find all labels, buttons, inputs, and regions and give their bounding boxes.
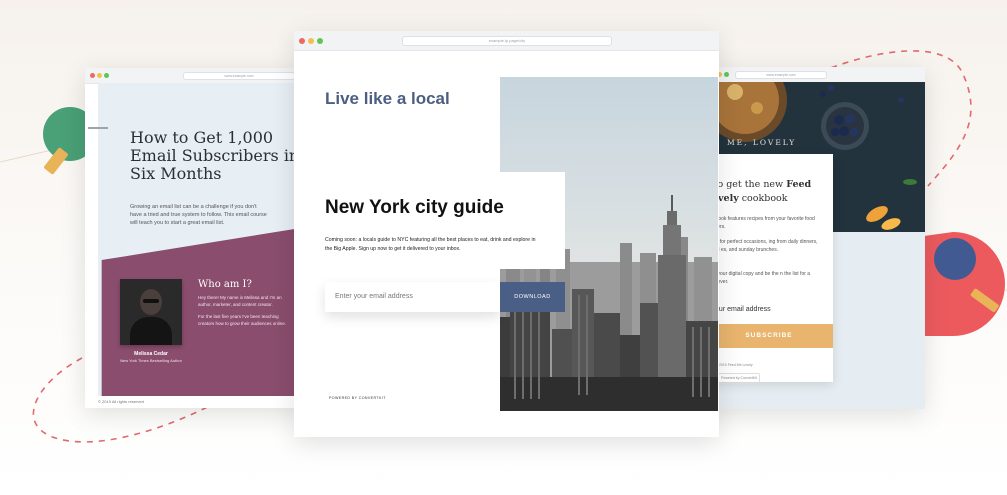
minimize-dot-icon[interactable] (308, 38, 314, 44)
navy-circle-decor (934, 238, 976, 280)
powered-by-badge[interactable]: Powered by ConvertKit (718, 373, 760, 384)
city-guide-landing-page-window: example.lp.page/city Live like a local N… (294, 31, 719, 437)
city-guide-card: New York city guide Coming soon: a local… (312, 172, 565, 269)
powered-by-text[interactable]: POWERED BY CONVERTKIT (329, 396, 386, 400)
guide-description: Coming soon: a locals guide to NYC featu… (325, 237, 536, 252)
maximize-dot-icon[interactable] (724, 72, 729, 77)
maximize-dot-icon[interactable] (317, 38, 323, 44)
close-dot-icon[interactable] (90, 73, 95, 78)
minimize-dot-icon[interactable] (97, 73, 102, 78)
page-footer: © 2019 All rights reserved (85, 396, 303, 408)
cookbook-paragraph-3: o get your digital copy and be the n the… (705, 271, 811, 285)
left-accent-tick (88, 127, 108, 129)
navy-circle-shape (934, 238, 976, 280)
cookbook-landing-page-window: www.example.com ME, LOVELY e to get the … (705, 67, 925, 409)
page-title: How to Get 1,000 Email Subscribers in Si… (130, 128, 300, 183)
browser-title-bar: www.example.com (85, 68, 303, 84)
who-am-i-text: Hey there! My name is Melissa and I'm an… (198, 295, 282, 307)
email-input[interactable]: Enter your email address (325, 282, 500, 312)
url-bar[interactable]: www.example.com (735, 71, 827, 79)
author-subtitle: New York Times Bestselling Author (120, 358, 182, 363)
author-photo (120, 279, 182, 345)
page-description: Growing an email list can be a challenge… (130, 204, 267, 226)
email-field[interactable]: Your email address (711, 306, 771, 313)
page-headline: Live like a local (325, 89, 450, 108)
author-name: Melissa Cedar (134, 351, 168, 357)
maximize-dot-icon[interactable] (104, 73, 109, 78)
url-bar[interactable]: example.lp.page/city (402, 36, 612, 46)
guide-title: New York city guide (325, 197, 504, 218)
url-bar[interactable]: www.example.com (183, 72, 295, 80)
download-button[interactable]: DOWNLOAD (500, 282, 565, 312)
subscribe-button[interactable]: SUBSCRIBE (705, 324, 833, 348)
cookbook-signup-card: e to get the new FeedLovely cookbook coo… (705, 154, 833, 384)
browser-title-bar: www.example.com (705, 67, 925, 83)
brand-name: ME, LOVELY (727, 138, 797, 147)
email-course-landing-page-window: www.example.com How to Get 1,000 Email S… (85, 68, 303, 408)
email-course-page-content: How to Get 1,000 Email Subscribers in Si… (98, 83, 303, 396)
close-dot-icon[interactable] (299, 38, 305, 44)
cookbook-paragraph-1: cookbook features recipes from your favo… (705, 216, 815, 230)
footer-copyright: © 2019 All rights reserved (98, 399, 144, 404)
cookbook-headline: e to get the new Feed Lovely cookbook (705, 179, 812, 204)
browser-title-bar: example.lp.page/city (294, 31, 719, 51)
cookbook-paragraph-2: meals for perfect occasions, ing from da… (705, 239, 818, 253)
accent-tick-shape (88, 127, 108, 129)
who-am-i-text-2: For the last five years I've been teachi… (198, 314, 287, 326)
who-am-i-heading: Who am I? (198, 279, 252, 290)
